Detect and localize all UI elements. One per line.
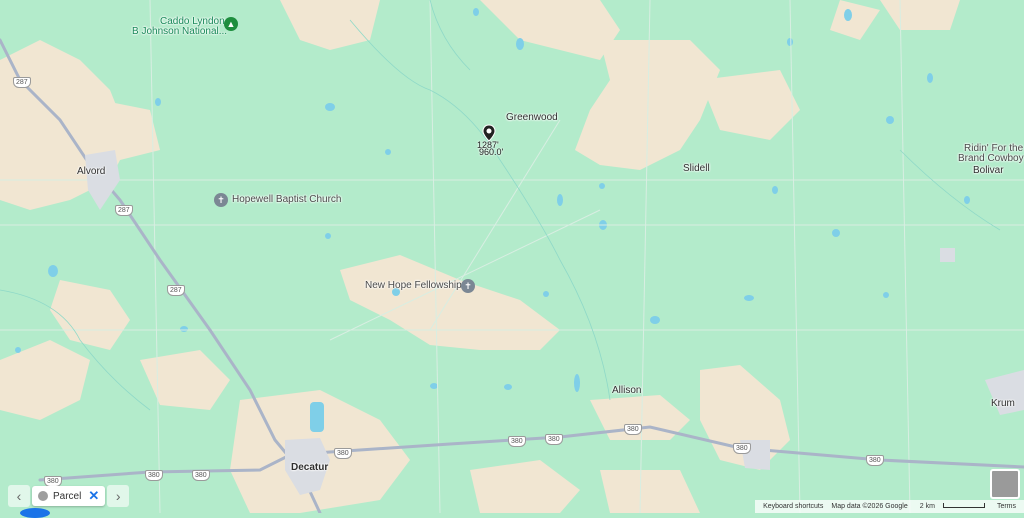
scale-label: 2 km xyxy=(919,503,935,510)
chevron-left-icon: ‹ xyxy=(16,488,22,504)
route-shield-287: 287 xyxy=(115,205,133,216)
scale-indicator[interactable]: 2 km xyxy=(916,503,989,510)
route-shield-380: 380 xyxy=(545,434,563,445)
map-type-toggle[interactable] xyxy=(990,469,1020,499)
town-label-allison[interactable]: Allison xyxy=(612,385,641,396)
route-shield-380: 380 xyxy=(733,443,751,454)
route-shield-380: 380 xyxy=(624,424,642,435)
parcel-dot-icon xyxy=(38,491,48,501)
park-icon[interactable]: ▲ xyxy=(224,17,238,31)
scale-bar xyxy=(942,503,985,508)
poi-label-ridin-line2[interactable]: Brand Cowboy xyxy=(958,153,1024,164)
church-icon[interactable]: ✝ xyxy=(214,193,228,207)
chevron-right-icon: › xyxy=(115,488,121,504)
map-data-attribution: Map data ©2026 Google xyxy=(831,503,908,510)
marker-label-distance: 960.0' xyxy=(479,147,504,157)
route-shield-380: 380 xyxy=(145,470,163,481)
route-shield-380: 380 xyxy=(192,470,210,481)
filter-chip-bar: ‹ Parcel ✕ › xyxy=(8,485,130,507)
route-shield-380: 380 xyxy=(866,455,884,466)
poi-label-hopewell[interactable]: Hopewell Baptist Church xyxy=(232,194,342,205)
poi-label-new-hope[interactable]: New Hope Fellowship xyxy=(365,280,462,291)
chip-prev-button[interactable]: ‹ xyxy=(8,485,30,507)
town-label-slidell[interactable]: Slidell xyxy=(683,163,710,174)
church-icon[interactable]: ✝ xyxy=(461,279,475,293)
close-icon[interactable]: ✕ xyxy=(88,488,99,504)
town-label-krum[interactable]: Krum xyxy=(991,398,1015,409)
town-label-greenwood[interactable]: Greenwood xyxy=(506,112,558,123)
town-label-bolivar[interactable]: Bolivar xyxy=(973,165,1004,176)
town-label-alvord[interactable]: Alvord xyxy=(77,166,105,177)
parcel-chip[interactable]: Parcel ✕ xyxy=(32,486,106,506)
route-shield-287: 287 xyxy=(167,285,185,296)
chip-next-button[interactable]: › xyxy=(107,485,130,507)
town-label-decatur[interactable]: Decatur xyxy=(291,462,328,473)
route-shield-287: 287 xyxy=(13,77,31,88)
route-shield-380: 380 xyxy=(508,436,526,447)
map-footer: Keyboard shortcuts Map data ©2026 Google… xyxy=(755,500,1024,513)
poi-label-caddo-line2[interactable]: B Johnson National... xyxy=(132,26,227,37)
terms-link[interactable]: Terms xyxy=(997,503,1016,510)
keyboard-shortcuts-link[interactable]: Keyboard shortcuts xyxy=(763,503,823,510)
parcel-chip-label: Parcel xyxy=(53,490,82,502)
route-shield-380: 380 xyxy=(334,448,352,459)
google-logo-fragment xyxy=(20,508,50,518)
